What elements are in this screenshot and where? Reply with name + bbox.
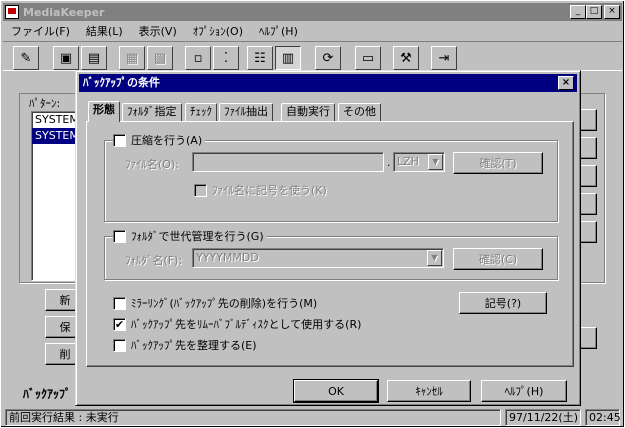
status-bar: 前回実行結果 : 未実行 97/11/22(土) 02:45	[3, 407, 622, 427]
stop-tool-icon[interactable]: ▧	[147, 46, 173, 70]
extension-dot: .	[387, 156, 391, 169]
right-button-5[interactable]	[579, 221, 597, 243]
details-view-icon[interactable]: ▥	[275, 46, 301, 70]
generation-checkbox-box[interactable]	[113, 229, 126, 243]
cancel-button[interactable]: ｷｬﾝｾﾙ	[387, 380, 471, 402]
extension-select[interactable]: LZH ▼	[393, 152, 445, 172]
removable-checkbox-box[interactable]: ✔	[113, 317, 126, 331]
save-all-tool-icon[interactable]: ▤	[81, 46, 107, 70]
monitor-tool-icon[interactable]: ▭	[355, 46, 381, 70]
dialog-title: ﾊﾞｯｸｱｯﾌﾟの条件	[83, 76, 160, 89]
filename-symbol-checkbox[interactable]: ﾌｧｲﾙ名に記号を使う(K)	[194, 182, 327, 198]
settings-tool-icon[interactable]: ⚒	[393, 46, 419, 70]
right-button-1[interactable]	[579, 109, 597, 131]
edit-tool-icon[interactable]: ✎	[13, 46, 39, 70]
organize-checkbox[interactable]: ﾊﾞｯｸｱｯﾌﾟ先を整理する(E)	[113, 337, 257, 353]
tab-check[interactable]: ﾁｪｯｸ	[185, 103, 217, 121]
small-icons-view-icon[interactable]: ⁚	[213, 46, 239, 70]
generation-checkbox[interactable]: ﾌｫﾙﾀﾞで世代管理を行う(G)	[113, 228, 267, 244]
compress-checkbox[interactable]: 圧縮を行う(A)	[113, 132, 206, 148]
folder-name-value: YYYYMMDD	[196, 251, 259, 264]
large-icons-view-icon[interactable]: ▫	[185, 46, 211, 70]
status-time: 02:45	[585, 409, 621, 426]
filename-input[interactable]	[192, 152, 384, 172]
menu-help[interactable]: ﾍﾙﾌﾟ(H)	[251, 23, 306, 39]
filename-label: ﾌｧｲﾙ名(O):	[125, 158, 179, 171]
minimize-button[interactable]: _	[570, 5, 586, 19]
right-button-6[interactable]	[579, 327, 597, 349]
app-icon	[5, 5, 19, 19]
backup-section-label: ﾊﾞｯｸｱｯﾌﾟ	[23, 387, 72, 401]
tab-file-extract[interactable]: ﾌｧｲﾙ抽出	[219, 103, 273, 121]
ok-button[interactable]: OK	[293, 379, 379, 403]
status-date: 97/11/22(土)	[505, 409, 581, 426]
main-title-bar: MediaKeeper	[3, 3, 622, 21]
filename-symbol-label: ﾌｧｲﾙ名に記号を使う(K)	[212, 184, 327, 197]
folder-name-label: ﾌｫﾙﾀﾞ名(F):	[125, 254, 183, 267]
app-title: MediaKeeper	[23, 5, 105, 19]
right-button-4[interactable]	[579, 193, 597, 215]
tab-folder[interactable]: ﾌｫﾙﾀﾞ指定	[122, 103, 182, 121]
menu-bar: ファイル(F) 結果(L) 表示(V) ｵﾌﾟｼｮﾝ(O) ﾍﾙﾌﾟ(H)	[3, 22, 622, 40]
compress-label: 圧縮を行う(A)	[131, 134, 203, 147]
maximize-button[interactable]: □	[586, 5, 602, 19]
close-button[interactable]: ×	[604, 5, 620, 19]
dialog-title-bar: ﾊﾞｯｸｱｯﾌﾟの条件 ×	[79, 74, 577, 92]
filename-symbol-checkbox-box[interactable]	[194, 183, 207, 197]
generation-label: ﾌｫﾙﾀﾞで世代管理を行う(G)	[131, 230, 264, 243]
menu-file[interactable]: ファイル(F)	[3, 23, 78, 39]
backup-conditions-dialog: ﾊﾞｯｸｱｯﾌﾟの条件 × 形態 ﾌｫﾙﾀﾞ指定 ﾁｪｯｸ ﾌｧｲﾙ抽出 自動実…	[75, 70, 581, 406]
removable-label: ﾊﾞｯｸｱｯﾌﾟ先をﾘﾑｰﾊﾞﾌﾞﾙﾃﾞｨｽｸとして使用する(R)	[131, 318, 362, 331]
status-last-result: 前回実行結果 : 未実行	[5, 409, 501, 426]
organize-label: ﾊﾞｯｸｱｯﾌﾟ先を整理する(E)	[131, 339, 257, 352]
compress-confirm-button[interactable]: 確認(T)	[453, 152, 543, 174]
dialog-close-icon[interactable]: ×	[558, 76, 574, 90]
mirroring-checkbox[interactable]: ﾐﾗｰﾘﾝｸﾞ(ﾊﾞｯｸｱｯﾌﾟ先の削除)を行う(M)	[113, 295, 317, 311]
organize-checkbox-box[interactable]	[113, 338, 126, 352]
symbol-button[interactable]: 記号(?)	[459, 292, 547, 314]
right-button-2[interactable]	[579, 137, 597, 159]
exit-tool-icon[interactable]: ⇥	[431, 46, 457, 70]
menu-options[interactable]: ｵﾌﾟｼｮﾝ(O)	[185, 23, 251, 39]
toolbar: ✎ ▣ ▤ ▦ ▧ ▫ ⁚ ☷ ▥ ⟳ ▭ ⚒ ⇥	[3, 41, 622, 71]
run-tool-icon[interactable]: ▦	[119, 46, 145, 70]
tab-auto-run[interactable]: 自動実行	[281, 103, 335, 121]
tab-other[interactable]: その他	[338, 103, 381, 121]
menu-view[interactable]: 表示(V)	[131, 23, 185, 39]
help-button[interactable]: ﾍﾙﾌﾟ(H)	[481, 380, 567, 402]
generation-confirm-button[interactable]: 確認(C)	[453, 248, 543, 270]
save-tool-icon[interactable]: ▣	[53, 46, 79, 70]
extension-value: LZH	[397, 155, 419, 168]
right-button-3[interactable]	[579, 165, 597, 187]
menu-results[interactable]: 結果(L)	[78, 23, 131, 39]
mirroring-label: ﾐﾗｰﾘﾝｸﾞ(ﾊﾞｯｸｱｯﾌﾟ先の削除)を行う(M)	[131, 297, 318, 310]
chevron-down-icon[interactable]: ▼	[427, 250, 442, 266]
tab-panel: 圧縮を行う(A) ﾌｧｲﾙ名(O): . LZH ▼ 確認(T) ﾌｧｲﾙ名に記…	[86, 121, 574, 367]
pattern-label: ﾊﾟﾀｰﾝ:	[27, 95, 63, 111]
compress-checkbox-box[interactable]	[113, 133, 126, 147]
chevron-down-icon[interactable]: ▼	[428, 154, 443, 170]
folder-name-select[interactable]: YYYYMMDD ▼	[192, 248, 444, 268]
tab-format[interactable]: 形態	[88, 101, 120, 122]
mirroring-checkbox-box[interactable]	[113, 296, 126, 310]
list-view-icon[interactable]: ☷	[247, 46, 273, 70]
removable-checkbox[interactable]: ✔ ﾊﾞｯｸｱｯﾌﾟ先をﾘﾑｰﾊﾞﾌﾞﾙﾃﾞｨｽｸとして使用する(R)	[113, 316, 361, 332]
refresh-tool-icon[interactable]: ⟳	[315, 46, 341, 70]
